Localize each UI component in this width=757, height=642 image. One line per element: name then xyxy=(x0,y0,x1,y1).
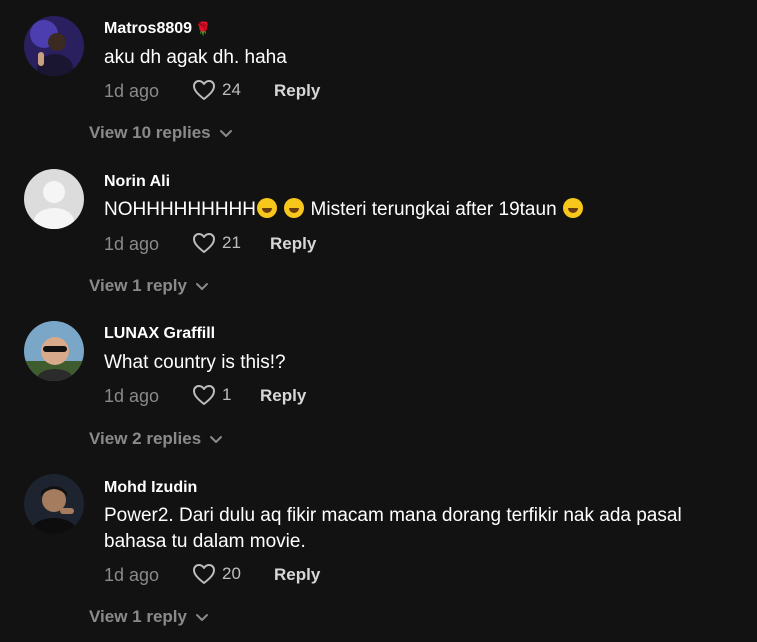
comment-time: 1d ago xyxy=(104,234,160,254)
comment-username[interactable]: Norin Ali xyxy=(104,173,170,191)
view-replies-button[interactable]: View 1 reply xyxy=(89,607,209,627)
view-replies-label: View 10 replies xyxy=(89,123,211,142)
reply-button[interactable]: Reply xyxy=(274,565,320,585)
comment-username[interactable]: LUNAX Graffill xyxy=(104,325,215,343)
reply-button[interactable]: Reply xyxy=(270,234,316,254)
heart-outline-icon xyxy=(193,233,215,253)
like-button[interactable]: 20 xyxy=(192,563,241,585)
like-button[interactable]: 21 xyxy=(192,232,241,254)
view-replies-label: View 1 reply xyxy=(89,276,187,295)
like-count: 1 xyxy=(222,385,232,404)
chevron-down-icon xyxy=(210,435,223,443)
like-count: 21 xyxy=(222,233,241,252)
comment-time: 1d ago xyxy=(104,81,160,101)
comment-username[interactable]: Matros8809 🌹 xyxy=(104,20,211,38)
comment-text-part: Misteri terungkai after 19taun xyxy=(305,199,562,220)
heart-outline-icon xyxy=(193,564,215,584)
rose-emoji: 🌹 xyxy=(195,21,212,36)
comment-time: 1d ago xyxy=(104,565,160,585)
view-replies-button[interactable]: View 1 reply xyxy=(89,276,209,296)
laughing-emoji xyxy=(284,198,305,218)
view-replies-label: View 1 reply xyxy=(89,607,187,626)
avatar[interactable] xyxy=(24,474,84,534)
comment-text: What country is this!? xyxy=(104,352,286,373)
avatar[interactable] xyxy=(24,16,84,76)
view-replies-button[interactable]: View 10 replies xyxy=(89,123,233,143)
chevron-down-icon xyxy=(195,613,208,621)
laughing-emoji xyxy=(562,198,583,218)
view-replies-button[interactable]: View 2 replies xyxy=(89,429,223,449)
like-button[interactable]: 1 xyxy=(192,384,231,406)
like-count: 20 xyxy=(222,564,241,583)
comment-username[interactable]: Mohd Izudin xyxy=(104,479,197,497)
heart-outline-icon xyxy=(193,385,215,405)
chevron-down-icon xyxy=(219,129,232,137)
laughing-emoji xyxy=(257,198,277,218)
like-button[interactable]: 24 xyxy=(192,79,241,101)
chevron-down-icon xyxy=(195,282,208,290)
avatar[interactable] xyxy=(24,169,84,229)
avatar[interactable] xyxy=(24,321,84,381)
username-text: Matros8809 xyxy=(104,20,193,37)
comment-text: NOHHHHHHHHH Misteri terungkai after 19ta… xyxy=(104,197,744,223)
like-count: 24 xyxy=(222,80,241,99)
comment-text-part: NOHHHHHHHHH xyxy=(104,199,256,220)
comment-time: 1d ago xyxy=(104,386,160,406)
heart-outline-icon xyxy=(193,80,215,100)
reply-button[interactable]: Reply xyxy=(260,386,306,406)
comment-text: aku dh agak dh. haha xyxy=(104,47,287,68)
view-replies-label: View 2 replies xyxy=(89,429,202,448)
reply-button[interactable]: Reply xyxy=(274,81,320,101)
comment-text: Power2. Dari dulu aq fikir macam mana do… xyxy=(104,505,682,552)
